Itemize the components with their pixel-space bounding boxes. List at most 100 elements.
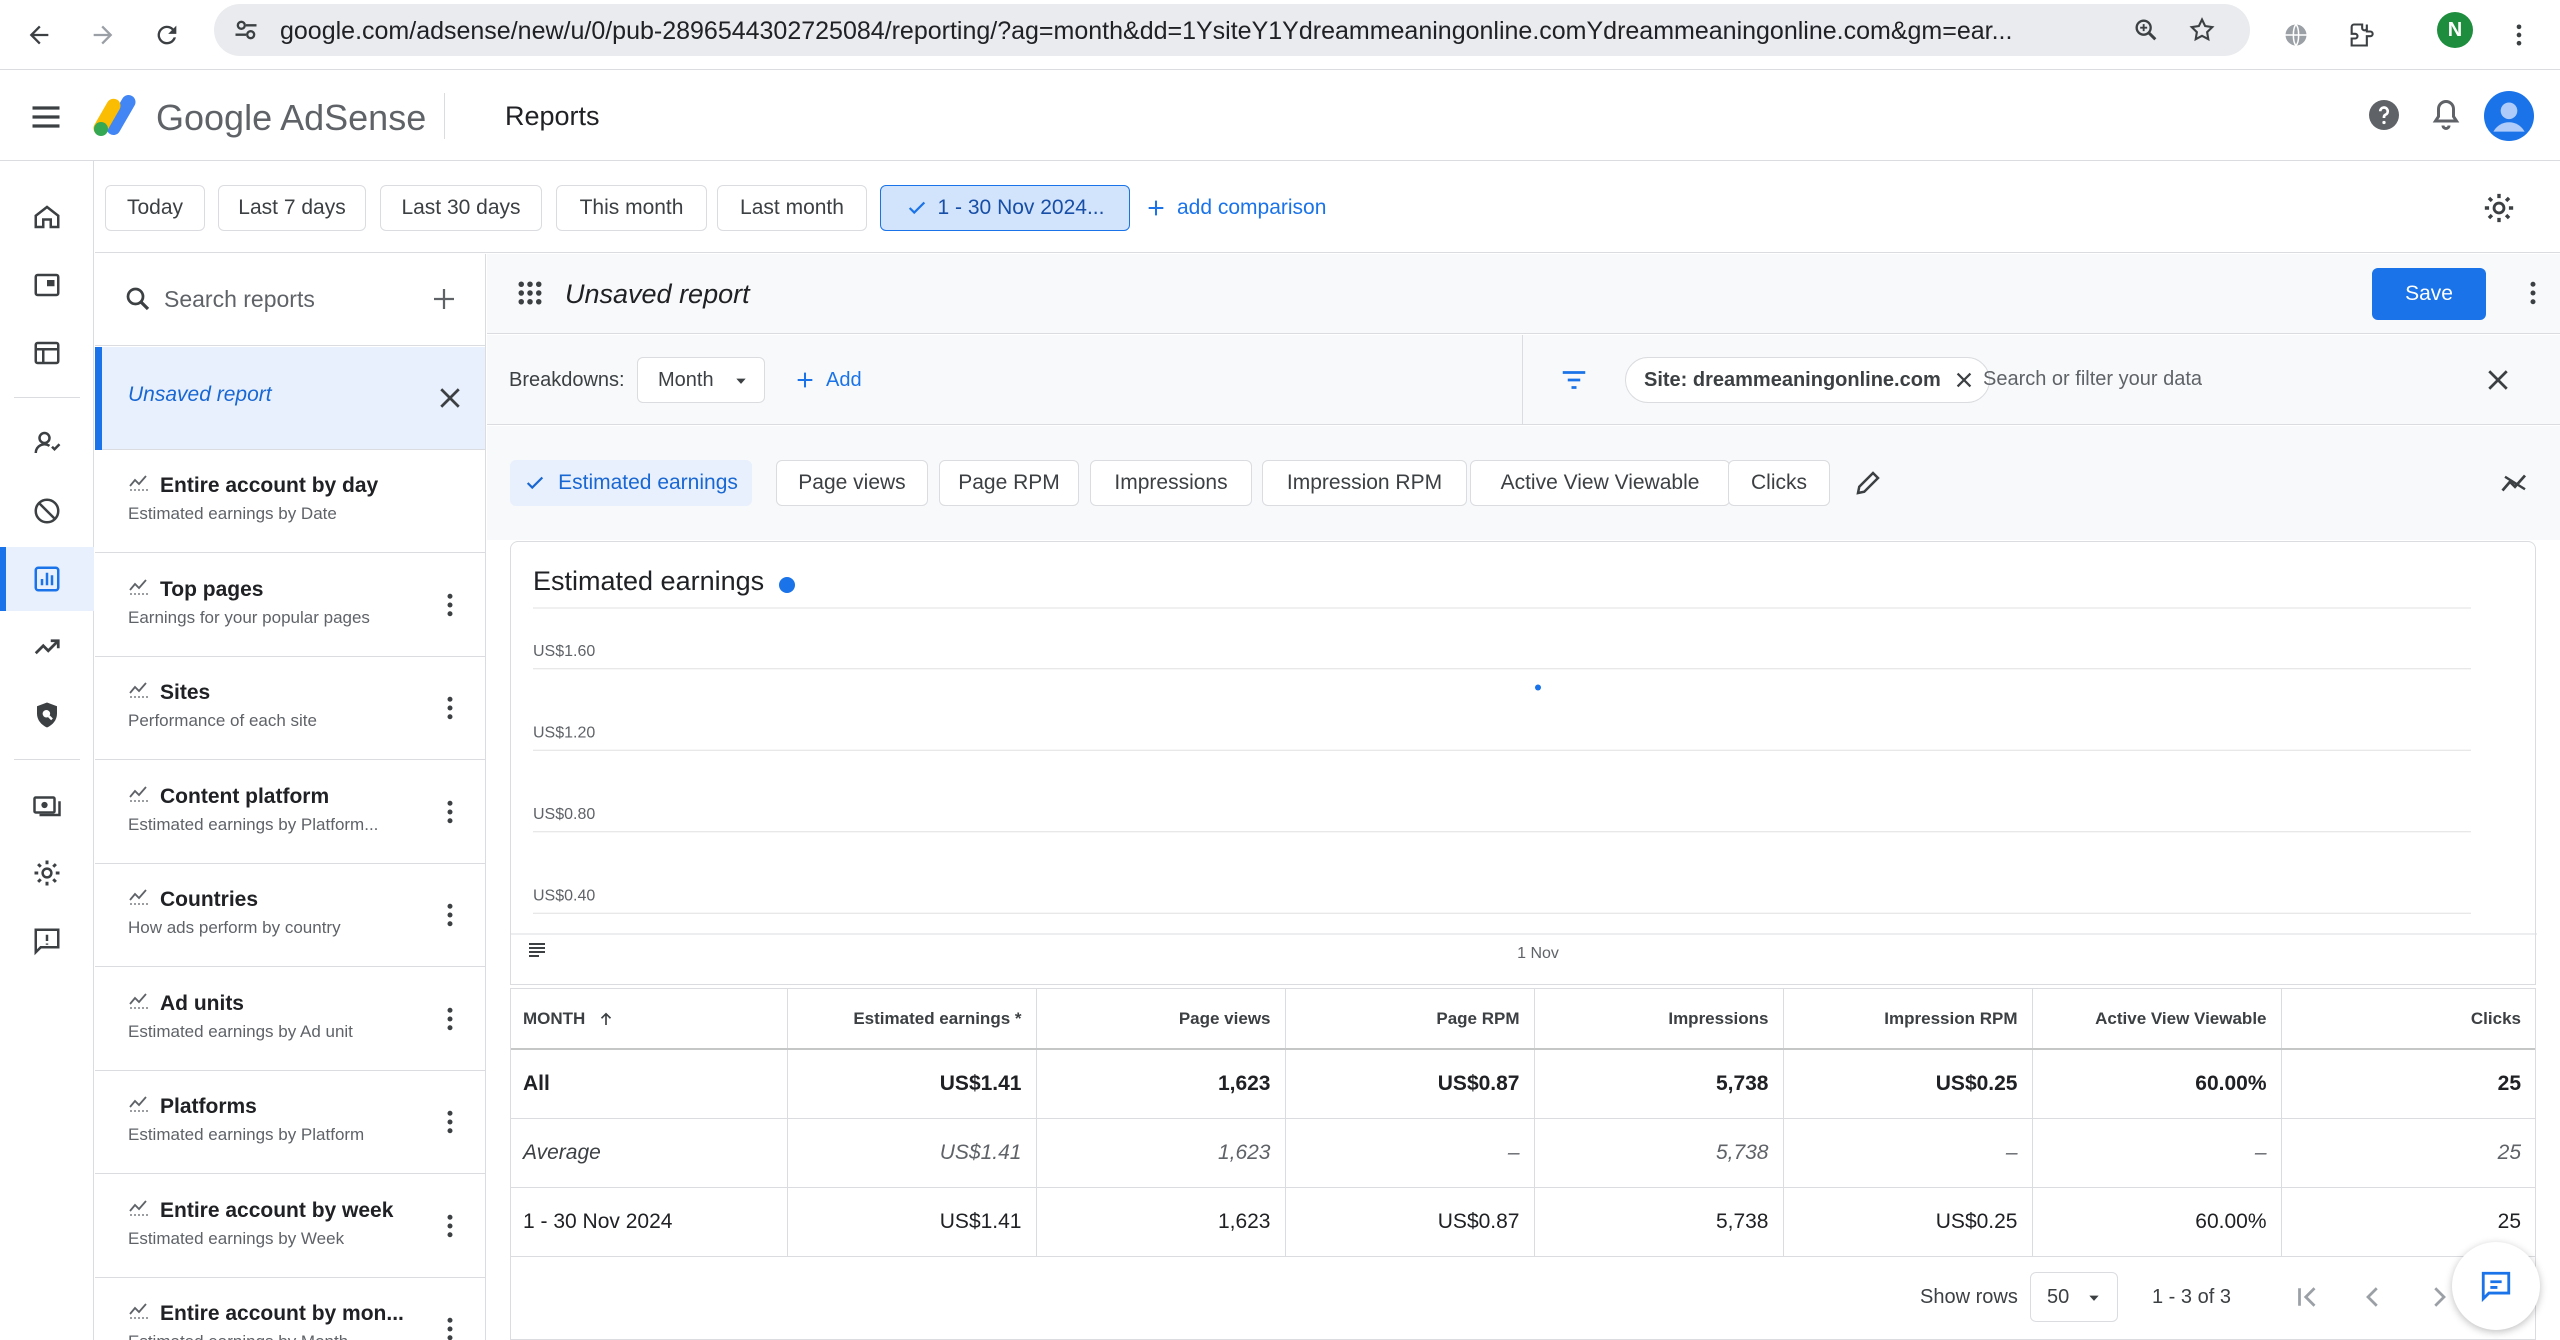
- table-cell: 5,738: [1534, 1118, 1784, 1188]
- metric-chip-impression-rpm[interactable]: Impression RPM: [1262, 460, 1467, 506]
- breakdown-select[interactable]: Month: [637, 357, 765, 403]
- table-row: 1 - 30 Nov 2024 US$1.41 1,623 US$0.87 5,738 U…: [511, 1187, 2535, 1257]
- site-info-icon[interactable]: [232, 16, 260, 44]
- home-icon[interactable]: [0, 185, 94, 249]
- save-button[interactable]: Save: [2372, 268, 2486, 320]
- report-item-entire-account-by-month[interactable]: Entire account by mon... Estimated earnin…: [95, 1278, 485, 1340]
- date-chip-selected-range[interactable]: 1 - 30 Nov 2024...: [880, 185, 1130, 231]
- date-chip-last-month[interactable]: Last month: [717, 185, 867, 231]
- filter-search-input[interactable]: Search or filter your data: [1983, 368, 2202, 391]
- privacy-messaging-icon[interactable]: [0, 411, 94, 475]
- send-feedback-button[interactable]: [2452, 1242, 2540, 1330]
- report-more-vert-icon[interactable]: [435, 590, 465, 620]
- sites-icon[interactable]: [0, 321, 94, 385]
- column-header[interactable]: Impression RPM: [1783, 989, 2033, 1050]
- report-trend-icon: [128, 472, 152, 492]
- close-icon[interactable]: [435, 383, 465, 413]
- settings-gear-icon[interactable]: [0, 841, 94, 905]
- blocking-controls-icon[interactable]: [0, 479, 94, 543]
- site-filter-chip[interactable]: Site: dreammeaningonline.com: [1625, 357, 1990, 403]
- previous-page-icon[interactable]: [2358, 1282, 2388, 1312]
- report-title: Ad units: [160, 991, 244, 1015]
- y-tick-label: US$1.60: [533, 643, 595, 660]
- report-item-unsaved[interactable]: Unsaved report: [95, 347, 485, 450]
- report-more-vert-icon[interactable]: [435, 1314, 465, 1340]
- metric-chip-page-rpm[interactable]: Page RPM: [939, 460, 1079, 506]
- metric-chip-impressions[interactable]: Impressions: [1090, 460, 1252, 506]
- show-rows-label: Show rows: [1920, 1286, 2018, 1308]
- report-item-platforms[interactable]: Platforms Estimated earnings by Platform: [95, 1071, 485, 1174]
- new-report-plus-icon[interactable]: [429, 284, 459, 314]
- reports-icon[interactable]: [0, 547, 94, 611]
- metric-chip-estimated-earnings[interactable]: Estimated earnings: [510, 460, 752, 506]
- report-more-vert-icon[interactable]: [435, 1211, 465, 1241]
- report-more-vert-icon[interactable]: [435, 1107, 465, 1137]
- metric-chip-page-views[interactable]: Page views: [776, 460, 928, 506]
- feedback-icon[interactable]: [0, 909, 94, 973]
- reload-icon[interactable]: [144, 12, 190, 58]
- report-item-sites[interactable]: Sites Performance of each site: [95, 657, 485, 760]
- first-page-icon[interactable]: [2292, 1282, 2322, 1312]
- report-item-entire-account-by-week[interactable]: Entire account by week Estimated earnings…: [95, 1175, 485, 1278]
- report-item-ad-units[interactable]: Ad units Estimated earnings by Ad unit: [95, 968, 485, 1071]
- filter-list-icon[interactable]: [1559, 365, 1589, 395]
- browser-menu-icon[interactable]: [2496, 12, 2542, 58]
- column-header[interactable]: Page views: [1036, 989, 1286, 1050]
- zoom-icon[interactable]: [2132, 16, 2160, 44]
- payments-icon[interactable]: [0, 773, 94, 837]
- extensions-icon[interactable]: [2338, 12, 2384, 58]
- help-icon[interactable]: [2366, 97, 2402, 133]
- translate-icon[interactable]: [2273, 12, 2319, 58]
- report-more-vert-icon[interactable]: [435, 1004, 465, 1034]
- column-header[interactable]: Clicks: [2281, 989, 2535, 1050]
- report-item-entire-account-by-day[interactable]: Entire account by day Estimated earnings …: [95, 450, 485, 553]
- table-cell: 25: [2281, 1049, 2535, 1119]
- date-chip-this-month[interactable]: This month: [556, 185, 707, 231]
- search-reports-input[interactable]: Search reports: [95, 254, 485, 346]
- rows-per-page-select[interactable]: 50: [2030, 1272, 2118, 1322]
- optimization-trending-icon[interactable]: [0, 615, 94, 679]
- report-more-vert-icon[interactable]: [435, 693, 465, 723]
- chart-toggle-icon[interactable]: [2499, 468, 2531, 498]
- profile-avatar[interactable]: N: [2437, 12, 2473, 48]
- report-more-vert-icon[interactable]: [435, 797, 465, 827]
- column-header-label: Page views: [1178, 1008, 1271, 1028]
- report-name[interactable]: Unsaved report: [565, 279, 750, 310]
- clear-filters-close-icon[interactable]: [2483, 365, 2513, 395]
- address-bar[interactable]: google.com/adsense/new/u/0/pub-289654430…: [214, 4, 2250, 56]
- report-item-top-pages[interactable]: Top pages Earnings for your popular pages: [95, 554, 485, 657]
- back-icon[interactable]: [16, 12, 62, 58]
- chart-table-toggle-icon[interactable]: [525, 938, 549, 962]
- policy-center-icon[interactable]: [0, 683, 94, 747]
- account-avatar-icon[interactable]: [2484, 91, 2534, 141]
- report-settings-gear-icon[interactable]: [2482, 191, 2516, 225]
- notifications-bell-icon[interactable]: [2428, 97, 2464, 133]
- date-chip-last-30-days[interactable]: Last 30 days: [380, 185, 542, 231]
- add-breakdown-button[interactable]: Add: [794, 357, 862, 403]
- column-header[interactable]: Impressions: [1534, 989, 1784, 1050]
- metric-chip-active-view-viewable[interactable]: Active View Viewable: [1470, 460, 1730, 506]
- next-page-icon[interactable]: [2424, 1282, 2454, 1312]
- hamburger-menu-icon[interactable]: [28, 99, 64, 135]
- column-header[interactable]: Page RPM: [1285, 989, 1535, 1050]
- add-comparison-button[interactable]: add comparison: [1145, 185, 1326, 231]
- more-vert-icon[interactable]: [2518, 278, 2548, 308]
- column-header[interactable]: Estimated earnings *: [787, 989, 1037, 1050]
- report-more-vert-icon[interactable]: [435, 900, 465, 930]
- report-item-countries[interactable]: Countries How ads perform by country: [95, 864, 485, 967]
- date-chip-last-7-days[interactable]: Last 7 days: [218, 185, 366, 231]
- data-point: [1535, 684, 1541, 691]
- edit-metrics-pencil-icon[interactable]: [1853, 468, 1883, 498]
- metric-chip-label: Estimated earnings: [558, 471, 738, 494]
- apps-grid-icon[interactable]: [515, 278, 545, 308]
- metric-chip-clicks[interactable]: Clicks: [1728, 460, 1830, 506]
- ads-icon[interactable]: [0, 253, 94, 317]
- check-icon: [526, 476, 544, 490]
- bookmark-star-icon[interactable]: [2188, 16, 2216, 44]
- date-chip-today[interactable]: Today: [105, 185, 205, 231]
- remove-filter-close-icon[interactable]: [1953, 369, 1975, 391]
- column-header[interactable]: MONTH: [511, 989, 788, 1050]
- report-item-content-platform[interactable]: Content platform Estimated earnings by Pl…: [95, 761, 485, 864]
- column-header[interactable]: Active View Viewable: [2032, 989, 2282, 1050]
- forward-icon[interactable]: [80, 12, 126, 58]
